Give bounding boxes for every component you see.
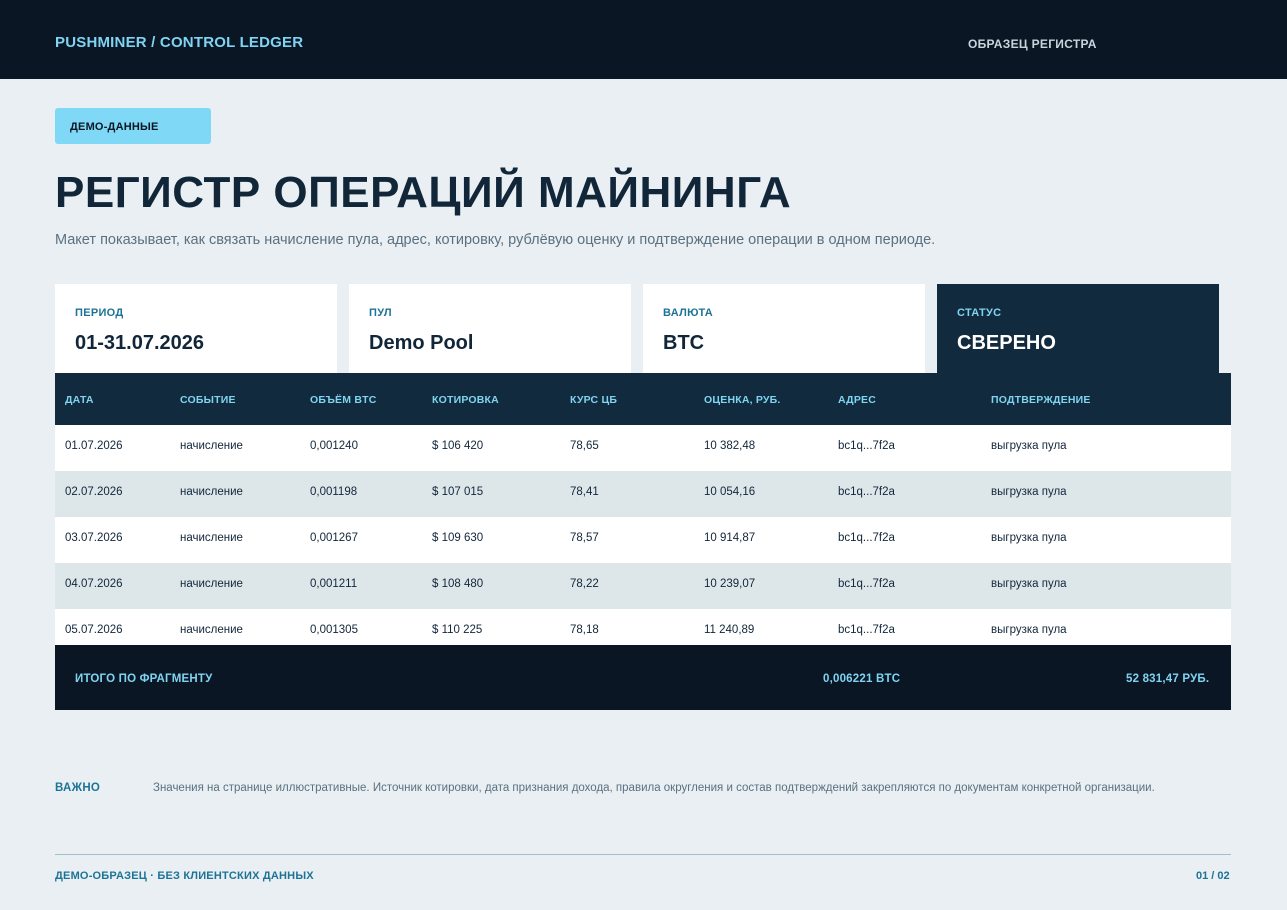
column-header-date: ДАТА [65, 394, 94, 406]
cell-quote: $ 109 630 [432, 532, 484, 544]
cell-confirmation: выгрузка пула [991, 440, 1067, 452]
page-title: РЕГИСТР ОПЕРАЦИЙ МАЙНИНГА [55, 168, 792, 217]
cell-confirmation: выгрузка пула [991, 532, 1067, 544]
cell-valuation: 10 914,87 [704, 532, 756, 544]
pool-card: ПУЛ Demo Pool [349, 284, 631, 373]
table-row: 05.07.2026 начисление 0,001305 $ 110 225… [55, 609, 1231, 646]
totals-label: ИТОГО ПО ФРАГМЕНТУ [75, 673, 213, 685]
pool-value: Demo Pool [369, 332, 474, 354]
period-value: 01-31.07.2026 [75, 332, 205, 354]
cell-cb-rate: 78,57 [570, 532, 599, 544]
status-value: СВЕРЕНО [957, 332, 1056, 354]
cell-confirmation: выгрузка пула [991, 624, 1067, 636]
cell-quote: $ 108 480 [432, 578, 484, 590]
cell-volume: 0,001211 [310, 578, 358, 590]
cell-address: bc1q...7f2a [838, 532, 895, 544]
currency-card: ВАЛЮТА BTC [643, 284, 925, 373]
cell-valuation: 10 054,16 [704, 486, 756, 498]
page-subtitle: Макет показывает, как связать начисление… [55, 232, 936, 248]
cell-cb-rate: 78,65 [570, 440, 599, 452]
period-card: ПЕРИОД 01-31.07.2026 [55, 284, 337, 373]
cell-address: bc1q...7f2a [838, 440, 895, 452]
totals-rub: 52 831,47 РУБ. [1126, 673, 1210, 685]
currency-value: BTC [663, 332, 705, 354]
footer-divider [55, 854, 1231, 855]
column-header-confirmation: ПОДТВЕРЖДЕНИЕ [991, 394, 1091, 406]
table-row: 02.07.2026 начисление 0,001198 $ 107 015… [55, 471, 1231, 517]
cell-valuation: 10 239,07 [704, 578, 756, 590]
cell-event: начисление [180, 486, 243, 498]
cell-confirmation: выгрузка пула [991, 578, 1067, 590]
cell-quote: $ 110 225 [432, 624, 483, 636]
pool-label: ПУЛ [369, 307, 392, 319]
cell-address: bc1q...7f2a [838, 486, 895, 498]
demo-data-badge: ДЕМО-ДАННЫЕ [55, 108, 211, 144]
period-label: ПЕРИОД [75, 307, 124, 319]
important-note-label: ВАЖНО [55, 782, 101, 794]
footer-disclaimer: ДЕМО-ОБРАЗЕЦ · БЕЗ КЛИЕНТСКИХ ДАННЫХ [55, 870, 314, 882]
cell-cb-rate: 78,22 [570, 578, 599, 590]
brand-title: PUSHMINER / CONTROL LEDGER [55, 34, 304, 51]
status-label: СТАТУС [957, 307, 1002, 319]
column-header-address: АДРЕС [838, 394, 877, 406]
currency-label: ВАЛЮТА [663, 307, 714, 319]
top-bar: PUSHMINER / CONTROL LEDGER ОБРАЗЕЦ РЕГИС… [0, 0, 1287, 79]
column-header-cb-rate: КУРС ЦБ [570, 394, 618, 406]
cell-date: 03.07.2026 [65, 532, 123, 544]
column-header-quote: КОТИРОВКА [432, 394, 499, 406]
column-header-event: СОБЫТИЕ [180, 394, 236, 406]
cell-quote: $ 106 420 [432, 440, 484, 452]
cell-quote: $ 107 015 [432, 486, 484, 498]
column-header-valuation: ОЦЕНКА, РУБ. [704, 394, 781, 406]
table-header: ДАТА СОБЫТИЕ ОБЪЁМ BTC КОТИРОВКА КУРС ЦБ… [55, 373, 1231, 425]
cell-volume: 0,001305 [310, 624, 358, 636]
cell-volume: 0,001267 [310, 532, 358, 544]
table-row: 04.07.2026 начисление 0,001211 $ 108 480… [55, 563, 1231, 609]
cell-cb-rate: 78,18 [570, 624, 599, 636]
page-number: 01 / 02 [1196, 870, 1230, 882]
cell-date: 04.07.2026 [65, 578, 123, 590]
column-header-volume: ОБЪЁМ BTC [310, 394, 377, 406]
cell-date: 02.07.2026 [65, 486, 123, 498]
operations-table: ДАТА СОБЫТИЕ ОБЪЁМ BTC КОТИРОВКА КУРС ЦБ… [55, 373, 1231, 646]
cell-valuation: 10 382,48 [704, 440, 756, 452]
cell-event: начисление [180, 578, 243, 590]
cell-address: bc1q...7f2a [838, 624, 895, 636]
important-note-text: Значения на странице иллюстративные. Ист… [153, 782, 1155, 794]
cell-event: начисление [180, 532, 243, 544]
document-type-label: ОБРАЗЕЦ РЕГИСТРА [968, 37, 1097, 51]
cell-date: 01.07.2026 [65, 440, 123, 452]
cell-event: начисление [180, 440, 243, 452]
table-totals-row: ИТОГО ПО ФРАГМЕНТУ 0,006221 BTC 52 831,4… [55, 645, 1231, 710]
table-row: 01.07.2026 начисление 0,001240 $ 106 420… [55, 425, 1231, 471]
status-card: СТАТУС СВЕРЕНО [937, 284, 1219, 373]
cell-date: 05.07.2026 [65, 624, 123, 636]
cell-address: bc1q...7f2a [838, 578, 895, 590]
cell-volume: 0,001240 [310, 440, 358, 452]
cell-event: начисление [180, 624, 243, 636]
cell-confirmation: выгрузка пула [991, 486, 1067, 498]
totals-btc: 0,006221 BTC [823, 673, 901, 685]
cell-cb-rate: 78,41 [570, 486, 599, 498]
cell-valuation: 11 240,89 [704, 624, 755, 636]
table-row: 03.07.2026 начисление 0,001267 $ 109 630… [55, 517, 1231, 563]
cell-volume: 0,001198 [310, 486, 358, 498]
